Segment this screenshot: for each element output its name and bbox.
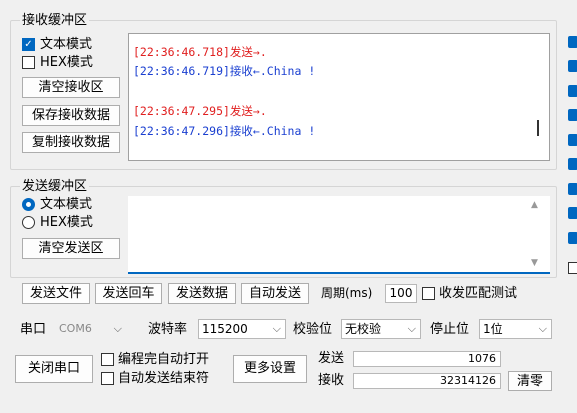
checkbox-icon[interactable] bbox=[568, 85, 577, 97]
chevron-down-icon: ⌵ bbox=[407, 322, 416, 335]
clear-receive-button[interactable]: 清空接收区 bbox=[22, 77, 120, 98]
send-text-mode-radio[interactable] bbox=[22, 198, 35, 211]
send-input[interactable] bbox=[128, 196, 550, 274]
checkbox-icon[interactable] bbox=[568, 158, 577, 170]
auto-send-end-label: 自动发送结束符 bbox=[118, 371, 210, 386]
chevron-down-icon: ⌵ bbox=[538, 322, 547, 335]
chevron-down-icon: ⌵ bbox=[113, 322, 122, 335]
auto-send-end-checkbox[interactable] bbox=[101, 372, 114, 385]
receive-text-mode-checkbox[interactable]: ✓ bbox=[22, 38, 35, 51]
receive-hex-mode-label: HEX模式 bbox=[40, 55, 93, 70]
checkbox-icon[interactable] bbox=[568, 109, 577, 121]
stop-select[interactable]: 1位 ⌵ bbox=[479, 319, 552, 339]
auto-send-button[interactable]: 自动发送 bbox=[241, 283, 309, 304]
port-value: COM6 bbox=[59, 322, 92, 335]
send-hex-mode-radio[interactable] bbox=[22, 216, 35, 229]
checkbox-icon[interactable] bbox=[568, 232, 577, 244]
scroll-down-icon[interactable]: ▼ bbox=[531, 258, 538, 268]
parity-label: 校验位 bbox=[293, 322, 333, 337]
period-input[interactable]: 100 bbox=[385, 284, 417, 303]
recv-count: 32314126 bbox=[353, 373, 501, 389]
close-port-button[interactable]: 关闭串口 bbox=[15, 355, 93, 383]
match-test-checkbox[interactable] bbox=[422, 287, 435, 300]
port-select[interactable]: COM6 ⌵ bbox=[55, 319, 127, 339]
more-settings-button[interactable]: 更多设置 bbox=[233, 355, 307, 383]
send-data-button[interactable]: 发送数据 bbox=[168, 283, 236, 304]
text-cursor bbox=[537, 120, 539, 136]
chevron-down-icon: ⌵ bbox=[272, 322, 281, 335]
period-label: 周期(ms) bbox=[321, 286, 373, 300]
send-text-mode-label: 文本模式 bbox=[40, 197, 93, 212]
stop-value: 1位 bbox=[483, 322, 503, 336]
parity-value: 无校验 bbox=[345, 322, 382, 336]
scroll-up-icon[interactable]: ▲ bbox=[531, 200, 538, 210]
clear-count-button[interactable]: 清零 bbox=[508, 371, 552, 391]
send-buffer-title: 发送缓冲区 bbox=[20, 179, 90, 194]
send-hex-mode-label: HEX模式 bbox=[40, 215, 93, 230]
receive-text-mode-label: 文本模式 bbox=[40, 37, 93, 52]
receive-hex-mode-checkbox[interactable] bbox=[22, 56, 35, 69]
sent-label: 发送 bbox=[318, 351, 345, 366]
log-line: [22:36:47.295]发送→. bbox=[133, 104, 267, 118]
baud-value: 115200 bbox=[202, 322, 248, 336]
auto-open-label: 编程完自动打开 bbox=[118, 352, 210, 367]
checkbox-icon[interactable] bbox=[568, 183, 577, 195]
recv-label: 接收 bbox=[318, 373, 345, 388]
send-newline-button[interactable]: 发送回车 bbox=[95, 283, 162, 304]
checkbox-icon[interactable] bbox=[568, 134, 577, 146]
sent-count: 1076 bbox=[353, 351, 501, 367]
send-file-button[interactable]: 发送文件 bbox=[22, 283, 90, 304]
checkbox-icon[interactable] bbox=[568, 262, 577, 274]
match-test-label: 收发匹配测试 bbox=[439, 286, 518, 301]
log-line: [22:36:47.296]接收←.China ! bbox=[133, 124, 316, 138]
receive-log[interactable]: [22:36:46.718]发送→. [22:36:46.719]接收←.Chi… bbox=[128, 33, 550, 161]
port-label: 串口 bbox=[20, 322, 47, 337]
checkbox-icon[interactable] bbox=[568, 36, 577, 48]
save-receive-button[interactable]: 保存接收数据 bbox=[22, 105, 120, 126]
parity-select[interactable]: 无校验 ⌵ bbox=[341, 319, 421, 339]
stop-label: 停止位 bbox=[430, 322, 470, 337]
log-line: [22:36:46.719]接收←.China ! bbox=[133, 64, 316, 78]
baud-select[interactable]: 115200 ⌵ bbox=[198, 319, 286, 339]
log-line: [22:36:46.718]发送→. bbox=[133, 45, 267, 59]
right-panel-edge bbox=[562, 0, 577, 413]
clear-send-button[interactable]: 清空发送区 bbox=[22, 238, 120, 259]
receive-buffer-title: 接收缓冲区 bbox=[20, 13, 90, 28]
checkbox-icon[interactable] bbox=[568, 207, 577, 219]
copy-receive-button[interactable]: 复制接收数据 bbox=[22, 132, 120, 153]
baud-label: 波特率 bbox=[148, 322, 188, 337]
auto-open-checkbox[interactable] bbox=[101, 353, 114, 366]
checkbox-icon[interactable] bbox=[568, 60, 577, 72]
